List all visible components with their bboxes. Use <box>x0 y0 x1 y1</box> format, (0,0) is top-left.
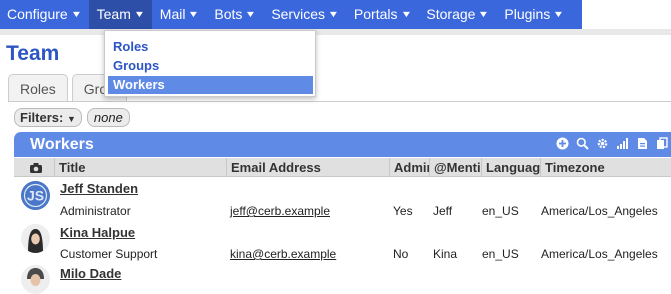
nav-portals-label: Portals <box>353 6 398 22</box>
column-header-email[interactable]: Email Address <box>226 158 389 177</box>
worker-timezone: America/Los_Angeles <box>541 247 658 261</box>
chevron-down-icon: ▼ <box>66 114 76 124</box>
column-header-timezone[interactable]: Timezone <box>540 158 671 177</box>
menu-item-roles[interactable]: Roles <box>108 38 313 56</box>
navbar-spacer <box>582 0 671 29</box>
worker-name-link[interactable]: Jeff Standen <box>60 181 138 196</box>
nav-mail-label: Mail <box>159 6 186 22</box>
chevron-down-icon: ▼ <box>188 9 200 19</box>
chevron-down-icon: ▼ <box>552 9 565 19</box>
copy-icon[interactable] <box>655 136 669 153</box>
worker-mention: Kina <box>433 247 458 261</box>
worker-email-link[interactable]: kina@cerb.example <box>230 247 336 261</box>
chevron-down-icon: ▼ <box>478 9 490 19</box>
search-icon[interactable] <box>575 137 589 153</box>
worklist-column-headers: Title Email Address Admin @Menti Languag… <box>14 158 671 177</box>
menu-item-workers[interactable]: Workers <box>108 76 313 94</box>
filters-button[interactable]: Filters: ▼ <box>14 108 82 127</box>
avatar: JS <box>21 181 50 210</box>
worker-language: en_US <box>482 247 519 261</box>
column-header-language[interactable]: Language <box>481 158 540 177</box>
worklist-toolbar <box>555 132 671 157</box>
tabs-divider <box>8 101 671 102</box>
worker-mention: Jeff <box>433 204 453 218</box>
page-title: Team <box>6 42 60 65</box>
worker-email[interactable]: jeff@cerb.example <box>230 204 330 218</box>
filters-label: Filters: <box>20 110 64 125</box>
column-header-admin[interactable]: Admin <box>389 158 429 177</box>
worklist-header: Workers <box>14 132 671 157</box>
filters-row: Filters: ▼ none <box>14 108 130 127</box>
nav-portals[interactable]: Portals ▼ <box>346 0 419 29</box>
worker-language: en_US <box>482 204 519 218</box>
worker-title: Administrator <box>60 204 131 218</box>
nav-services-label: Services <box>271 6 325 22</box>
column-header-title[interactable]: Title <box>54 158 226 177</box>
avatar-initials: JS <box>27 188 44 204</box>
worker-admin: No <box>393 247 409 261</box>
avatar <box>21 224 50 253</box>
worklist-title: Workers <box>30 135 94 153</box>
chart-icon[interactable] <box>615 137 629 153</box>
worker-admin: Yes <box>393 204 413 218</box>
nav-configure-label: Configure <box>7 6 68 22</box>
worker-name[interactable]: Milo Dade <box>60 266 121 281</box>
nav-team[interactable]: Team ▼ <box>88 0 152 29</box>
chevron-down-icon: ▼ <box>327 9 340 19</box>
filter-value-chip[interactable]: none <box>86 108 130 127</box>
nav-team-label: Team <box>96 6 131 22</box>
nav-bots[interactable]: Bots ▼ <box>206 0 263 29</box>
chevron-down-icon: ▼ <box>133 9 146 19</box>
worker-name[interactable]: Kina Halpue <box>60 225 135 240</box>
worker-email[interactable]: kina@cerb.example <box>230 247 336 261</box>
navbar-underline <box>0 29 671 35</box>
menu-item-groups[interactable]: Groups <box>108 57 313 75</box>
chevron-down-icon: ▼ <box>245 9 257 19</box>
export-icon[interactable] <box>635 137 649 153</box>
camera-icon <box>29 158 49 177</box>
nav-services[interactable]: Services ▼ <box>263 0 346 29</box>
nav-storage[interactable]: Storage ▼ <box>418 0 496 29</box>
chevron-down-icon: ▼ <box>70 9 82 19</box>
worker-title: Customer Support <box>60 247 158 261</box>
top-navbar: Configure ▼ Team ▼ Mail ▼ Bots ▼ Services ▼ P… <box>0 0 582 29</box>
team-dropdown-menu: Roles Groups Workers <box>104 30 316 97</box>
avatar <box>21 265 50 294</box>
tab-roles[interactable]: Roles <box>8 74 68 102</box>
chevron-down-icon: ▼ <box>400 9 412 19</box>
worker-name-link[interactable]: Milo Dade <box>60 266 121 281</box>
nav-mail[interactable]: Mail ▼ <box>152 0 207 29</box>
nav-configure[interactable]: Configure ▼ <box>0 0 89 29</box>
worker-name-link[interactable]: Kina Halpue <box>60 225 135 240</box>
column-header-mention[interactable]: @Menti <box>429 158 481 177</box>
worker-name[interactable]: Jeff Standen <box>60 181 138 196</box>
nav-bots-label: Bots <box>214 6 243 22</box>
worker-email-link[interactable]: jeff@cerb.example <box>230 204 330 218</box>
worker-timezone: America/Los_Angeles <box>541 204 658 218</box>
nav-storage-label: Storage <box>426 6 476 22</box>
nav-plugins[interactable]: Plugins ▼ <box>496 0 571 29</box>
add-icon[interactable] <box>555 137 569 153</box>
gear-icon[interactable] <box>595 137 609 153</box>
nav-plugins-label: Plugins <box>504 6 551 22</box>
